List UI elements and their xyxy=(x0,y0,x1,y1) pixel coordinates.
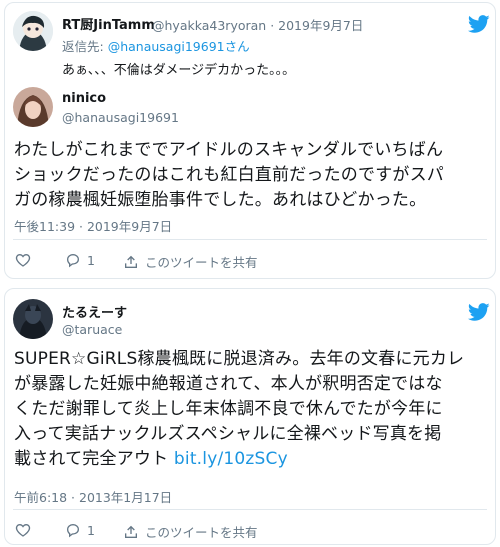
reply-handle-date[interactable]: @hyakka43ryoran · 2019年9月7日 xyxy=(152,15,363,34)
author-handle[interactable]: @taruace xyxy=(62,322,122,337)
share-label: このツイートを共有 xyxy=(145,525,258,540)
reply-to-label: 返信先: xyxy=(62,39,108,54)
author-handle[interactable]: @hanausagi19691 xyxy=(62,110,179,125)
like-button[interactable] xyxy=(15,522,31,538)
reply-bubble-icon xyxy=(66,523,80,538)
author-display-name[interactable]: ninico xyxy=(62,91,106,106)
author-avatar[interactable] xyxy=(13,299,53,339)
reply-tweet-text: あぁ、、、不倫はダメージデカかった。。。 xyxy=(62,63,296,78)
tweet-text-line: ショックだったのはこれも紅白直前だったのですがスパ xyxy=(14,165,444,185)
tweet-text-last: 載されて完全アウト xyxy=(14,449,174,469)
reply-button[interactable]: 1 xyxy=(65,252,95,268)
tweet-text-line: が暴露した妊娠中絶報道されて、本人が釈明否定ではな xyxy=(14,374,443,394)
tweet-card-2: たるえーす @taruace SUPER☆GiRLS稼農楓既に脱退済み。去年の文… xyxy=(4,288,496,545)
reply-count: 1 xyxy=(87,252,95,268)
twitter-bird-icon[interactable] xyxy=(468,301,490,323)
reply-date[interactable]: · 2019年9月7日 xyxy=(270,18,363,33)
tweet-text: SUPER☆GiRLS稼農楓既に脱退済み。去年の文春に元カレ が暴露した妊娠中絶… xyxy=(14,347,464,472)
tweet-text-line: SUPER☆GiRLS稼農楓既に脱退済み。去年の文春に元カレ xyxy=(14,349,465,369)
divider xyxy=(13,509,487,510)
share-icon xyxy=(125,255,137,268)
reply-avatar[interactable] xyxy=(13,11,53,51)
share-button[interactable]: このツイートを共有 xyxy=(123,252,258,271)
reply-button[interactable]: 1 xyxy=(65,522,95,538)
tweet-text: わたしがこれまででアイドルのスキャンダルでいちばん ショックだったのはこれも紅白… xyxy=(14,138,444,213)
twitter-bird-icon[interactable] xyxy=(468,13,490,35)
reply-display-name[interactable]: RT厨JinTamm xyxy=(62,14,155,33)
tweet-timestamp[interactable]: 午後11:39 · 2019年9月7日 xyxy=(14,216,172,235)
reply-count: 1 xyxy=(87,522,95,538)
reply-to-user[interactable]: @hanausagi19691さん xyxy=(108,39,250,54)
author-avatar[interactable] xyxy=(13,87,53,127)
tweet-timestamp[interactable]: 午前6:18 · 2013年1月17日 xyxy=(14,487,172,506)
share-icon xyxy=(125,525,137,538)
tweet-card-1: RT厨JinTamm @hyakka43ryoran · 2019年9月7日 返… xyxy=(4,2,496,279)
heart-icon xyxy=(15,523,31,537)
reply-to-line: 返信先: @hanausagi19691さん xyxy=(62,36,250,55)
tweet-text-line: ガの稼農楓妊娠堕胎事件でした。あれはひどかった。 xyxy=(14,190,427,210)
reply-bubble-icon xyxy=(66,253,80,268)
share-label: このツイートを共有 xyxy=(145,255,258,270)
tweet-text-line: 入って実話ナックルズスペシャルに全裸ベッド写真を掲 xyxy=(14,424,442,444)
like-button[interactable] xyxy=(15,252,31,268)
tweet-text-line: くただ謝罪して炎上し年末体調不良で休んでたが今年に xyxy=(14,399,443,419)
divider xyxy=(13,239,487,240)
tweet-text-line: わたしがこれまででアイドルのスキャンダルでいちばん xyxy=(14,140,444,160)
tweet-link[interactable]: bit.ly/10zSCy xyxy=(174,449,288,469)
author-display-name[interactable]: たるえーす xyxy=(62,302,127,321)
share-button[interactable]: このツイートを共有 xyxy=(123,522,258,541)
heart-icon xyxy=(15,253,31,267)
reply-handle[interactable]: @hyakka43ryoran xyxy=(152,18,266,33)
tweet-text-line: 載されて完全アウト bit.ly/10zSCy xyxy=(14,447,464,472)
